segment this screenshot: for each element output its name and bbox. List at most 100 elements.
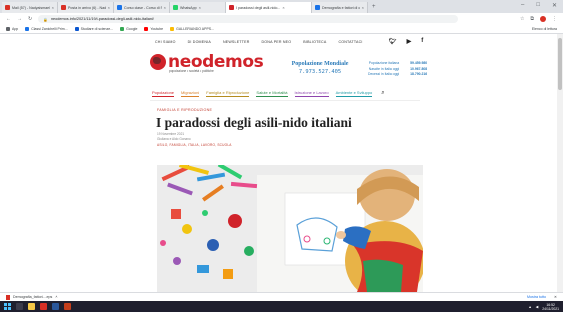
logo-tagline: popolazione • società • politiche bbox=[169, 69, 214, 73]
stat-label: Decessi in Italia oggi bbox=[368, 72, 400, 76]
article-author[interactable]: Giuliana e Aldo Gonano bbox=[157, 137, 191, 142]
scrollbar-thumb[interactable] bbox=[558, 38, 562, 90]
clock-date: 24/11/2021 bbox=[542, 306, 559, 311]
browser-tab[interactable]: WhatsApp × bbox=[170, 2, 226, 13]
bookmark-label: GALLERIANDO APPS... bbox=[176, 26, 215, 31]
bookmark-item[interactable]: Classi Zanichelli Prim... bbox=[25, 26, 68, 32]
facebook-icon[interactable]: f bbox=[421, 38, 423, 45]
toolbar-actions: ☆ ⧉ ⋮ bbox=[520, 16, 557, 22]
star-icon[interactable]: ☆ bbox=[520, 16, 524, 22]
minimize-button[interactable]: – bbox=[521, 2, 524, 9]
browser-tab[interactable]: Corso clase - Corso di Studi...× bbox=[114, 2, 170, 13]
population-title: Popolazione Mondiale bbox=[291, 61, 349, 67]
tab-close-icon[interactable]: × bbox=[52, 5, 54, 10]
top-menu-item[interactable]: BIBLIOTECA bbox=[303, 40, 326, 44]
top-menu-item[interactable]: CONTATTACI bbox=[338, 40, 362, 44]
twitter-icon[interactable]: 🐦︎ bbox=[389, 38, 397, 45]
browser-tab[interactable]: Posta in arrivo (6) - Nad... × bbox=[58, 2, 114, 13]
show-all-downloads-link[interactable]: Mostra tutto bbox=[527, 295, 546, 299]
bookmark-label: App bbox=[12, 26, 19, 31]
tab-close-icon[interactable]: × bbox=[108, 5, 110, 10]
bookmark-icon bbox=[25, 27, 30, 32]
tab-list: Mail (57) - Nadyaismaelfa...×Posta in ar… bbox=[2, 2, 368, 13]
logo-globe-icon bbox=[150, 54, 166, 70]
reload-icon[interactable]: ↻ bbox=[28, 16, 32, 22]
page-scrollbar[interactable] bbox=[557, 34, 563, 292]
chevron-up-icon[interactable]: ˄ bbox=[55, 295, 57, 299]
tab-label: Corso clase - Corso di Studi... bbox=[124, 5, 162, 10]
lock-icon: 🔒 bbox=[43, 17, 48, 22]
population-value: 7.973.527.405 bbox=[298, 69, 342, 75]
top-menu-item[interactable]: DONA PER NEO bbox=[262, 40, 292, 44]
volume-icon[interactable]: ◀ bbox=[536, 305, 539, 309]
bookmark-item[interactable]: GALLERIANDO APPS... bbox=[170, 26, 215, 32]
browser-tab[interactable]: Demografia e fattori di crescit...× bbox=[312, 2, 368, 13]
tab-label: Demografia e fattori di crescit... bbox=[322, 5, 360, 10]
powerpoint-icon[interactable] bbox=[64, 303, 71, 310]
menu-icon[interactable]: ⋮ bbox=[552, 16, 557, 22]
tab-favicon-icon bbox=[229, 5, 234, 10]
category-link[interactable]: Popolazione bbox=[152, 90, 175, 97]
download-item[interactable]: Demografia_fattori....eps ˄ bbox=[6, 294, 57, 300]
tab-close-icon[interactable]: × bbox=[362, 5, 364, 10]
stat-row: Decessi in Italia oggi 18.790.216 bbox=[368, 72, 427, 78]
window-controls: – □ ✕ bbox=[521, 2, 557, 9]
tab-close-icon[interactable]: × bbox=[199, 5, 201, 10]
maximize-button[interactable]: □ bbox=[536, 2, 540, 9]
new-tab-button[interactable]: + bbox=[368, 2, 380, 13]
extensions-icon[interactable]: ⧉ bbox=[530, 16, 534, 22]
site-logo[interactable]: neodemos popolazione • società • politic… bbox=[150, 54, 264, 73]
bookmark-item[interactable]: Google bbox=[120, 26, 138, 32]
article-category[interactable]: FAMIGLIA E RIPRODUZIONE bbox=[157, 108, 212, 112]
search-taskbar-icon[interactable] bbox=[16, 303, 23, 310]
category-link[interactable]: Migrazioni bbox=[181, 90, 200, 97]
article-hero-image bbox=[157, 165, 423, 292]
article-tags[interactable]: ASILO, FAMIGLIA, ITALIA, LAVORO, SCUOLA bbox=[157, 143, 232, 147]
bookmark-icon bbox=[120, 27, 125, 32]
child-drawing-illustration bbox=[157, 165, 423, 292]
category-link[interactable]: Istruzione e Lavoro bbox=[294, 90, 329, 97]
category-nav: Popolazione Migrazioni Famiglia e Riproduz… bbox=[152, 90, 385, 97]
bookmark-item[interactable]: Youtube bbox=[144, 26, 164, 32]
bookmark-label: Youtube bbox=[150, 26, 164, 31]
tab-label: Mail (57) - Nadyaismaelfa... bbox=[12, 5, 50, 10]
bookmark-label: Google bbox=[126, 26, 138, 31]
clock[interactable]: 16:52 24/11/2021 bbox=[542, 303, 559, 311]
forward-icon[interactable]: → bbox=[17, 16, 22, 22]
close-window-button[interactable]: ✕ bbox=[552, 2, 557, 9]
tab-label: Posta in arrivo (6) - Nad... bbox=[68, 5, 106, 10]
chrome-icon[interactable] bbox=[40, 303, 47, 310]
top-menu-item[interactable]: DI DOMENIA bbox=[188, 40, 211, 44]
address-toolbar: ← → ↻ 🔒 neodemos.info/2021/11/19/i-parad… bbox=[0, 13, 563, 25]
file-explorer-icon[interactable] bbox=[28, 303, 35, 310]
youtube-icon[interactable]: ▶ bbox=[407, 38, 412, 45]
top-menu-item[interactable]: CHI SIAMO bbox=[155, 40, 176, 44]
browser-tab[interactable]: I paradossi degli asili-nido... × bbox=[226, 2, 312, 13]
close-shelf-icon[interactable]: ✕ bbox=[554, 295, 557, 299]
back-icon[interactable]: ← bbox=[6, 16, 11, 22]
url-field[interactable]: 🔒 neodemos.info/2021/11/19/i-paradossi-d… bbox=[38, 15, 459, 23]
search-icon[interactable]: ⌕ bbox=[381, 90, 384, 97]
bookmark-icon bbox=[144, 27, 149, 32]
network-icon[interactable]: ▲ bbox=[528, 305, 531, 309]
reading-list-link[interactable]: Elenco di lettura bbox=[532, 27, 557, 31]
article-title: I paradossi degli asili-nido italiani bbox=[156, 115, 352, 130]
bookmark-item[interactable]: Studiare di scienze... bbox=[74, 27, 113, 32]
tab-close-icon[interactable]: × bbox=[164, 5, 166, 10]
stat-value: 18.790.216 bbox=[410, 72, 428, 76]
bookmark-icon bbox=[74, 27, 79, 32]
category-link[interactable]: Ambiente e Sviluppo bbox=[335, 90, 373, 97]
windows-start-icon[interactable] bbox=[4, 303, 11, 310]
word-icon[interactable] bbox=[52, 303, 59, 310]
bookmark-icon bbox=[6, 27, 10, 32]
bookmark-icon bbox=[170, 27, 175, 32]
tab-close-icon[interactable]: × bbox=[282, 5, 284, 10]
category-link[interactable]: Famiglia e Riproduzione bbox=[206, 90, 250, 97]
browser-tab[interactable]: Mail (57) - Nadyaismaelfa...× bbox=[2, 2, 58, 13]
url-text: neodemos.info/2021/11/19/i-paradossi-deg… bbox=[50, 17, 154, 21]
bookmark-item[interactable]: App bbox=[6, 26, 19, 32]
category-link[interactable]: Salute e Mortalità bbox=[256, 90, 288, 97]
bookmark-label: Classi Zanichelli Prim... bbox=[31, 26, 68, 31]
profile-avatar[interactable] bbox=[540, 16, 546, 22]
top-menu-item[interactable]: NEWSLETTER bbox=[223, 40, 250, 44]
